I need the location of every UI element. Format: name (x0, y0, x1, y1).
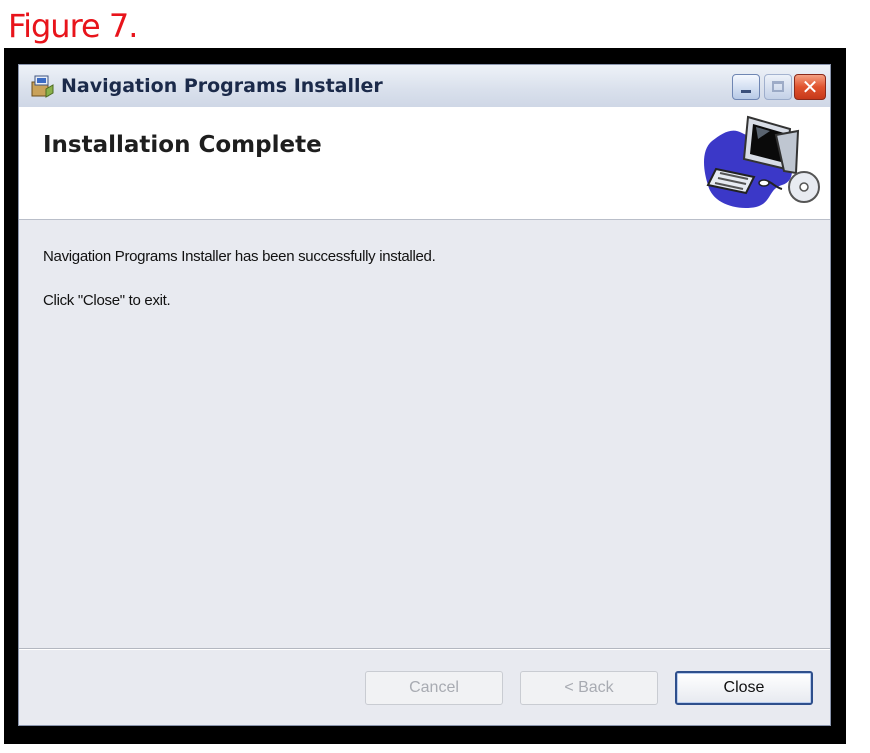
cancel-button[interactable]: Cancel (365, 671, 503, 705)
minimize-button[interactable] (732, 74, 760, 100)
computer-with-disc-illustration (704, 115, 820, 209)
installer-app-icon (31, 75, 54, 98)
close-button[interactable]: Close (675, 671, 813, 705)
figure-label: Figure 7. (8, 7, 138, 45)
maximize-icon (772, 81, 784, 92)
installer-window: Navigation Programs Installer ✕ Installa… (18, 64, 831, 726)
window-title: Navigation Programs Installer (61, 75, 383, 97)
content-area: Navigation Programs Installer has been s… (19, 220, 830, 648)
exit-instruction: Click "Close" to exit. (43, 292, 171, 309)
close-window-button[interactable]: ✕ (794, 74, 826, 100)
success-message: Navigation Programs Installer has been s… (43, 248, 436, 265)
header-banner: Installation Complete (19, 107, 830, 220)
close-icon: ✕ (801, 75, 819, 99)
footer-divider-highlight (19, 649, 830, 650)
maximize-button (764, 74, 792, 100)
minimize-icon (741, 90, 751, 93)
title-bar[interactable]: Navigation Programs Installer ✕ (19, 65, 830, 108)
banner-title: Installation Complete (43, 132, 322, 158)
back-button[interactable]: < Back (520, 671, 658, 705)
